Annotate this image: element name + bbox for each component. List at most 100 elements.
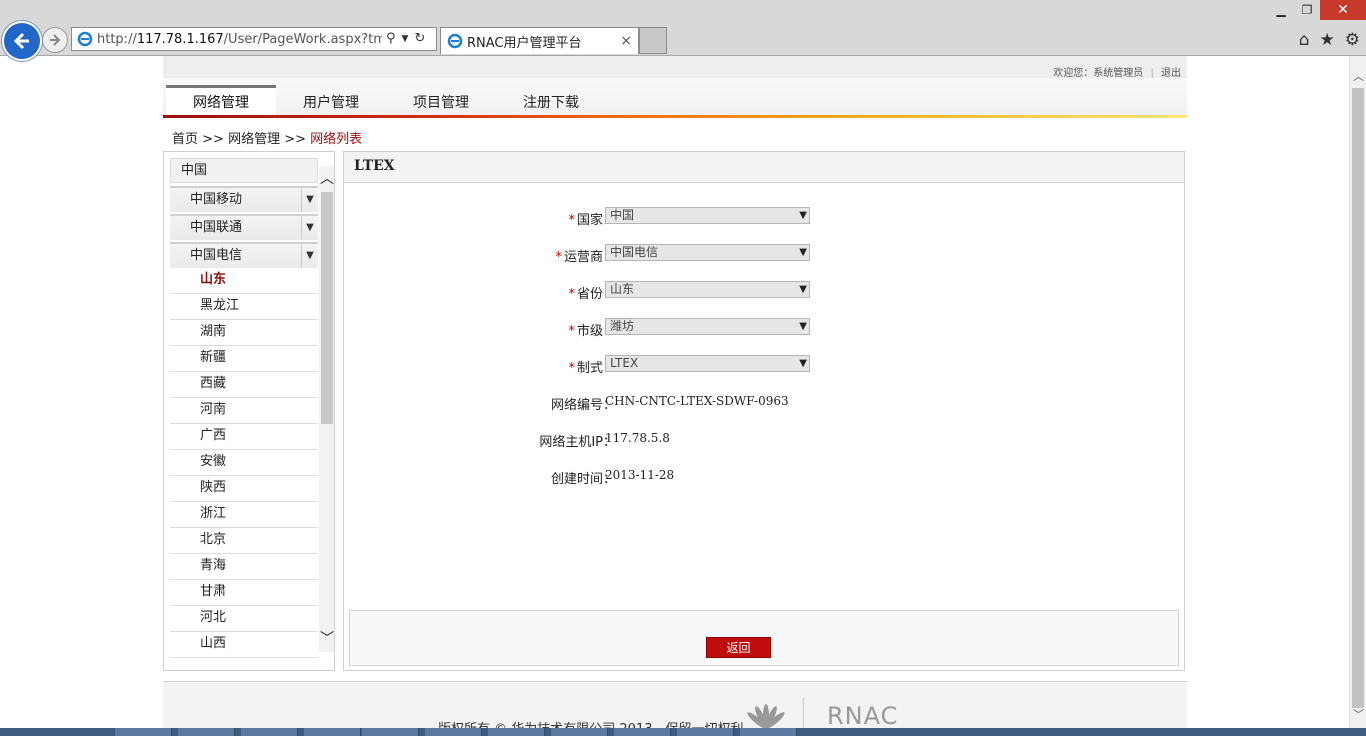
- dropdown-icon[interactable]: ▼: [402, 31, 409, 47]
- refresh-icon[interactable]: ↻: [414, 31, 425, 47]
- chevron-down-icon[interactable]: ▼: [301, 216, 318, 240]
- main-menu: 网络管理 用户管理 项目管理 注册下载: [163, 78, 1187, 118]
- chevron-down-icon: ▼: [799, 321, 807, 332]
- operator-select[interactable]: 中国电信 ▼: [605, 244, 810, 261]
- address-bar[interactable]: http://117.78.1.167/User/PageWork.aspx?t…: [71, 27, 437, 51]
- chevron-down-icon: ▼: [799, 247, 807, 258]
- taskbar-item[interactable]: [425, 728, 482, 736]
- tree-operator-telecom[interactable]: 中国电信 ▼: [170, 242, 318, 268]
- tree-province-item[interactable]: 新疆: [170, 346, 318, 372]
- menu-tab-register-download[interactable]: 注册下载: [496, 88, 606, 115]
- taskbar-item[interactable]: [677, 728, 734, 736]
- tree-province-item[interactable]: 广西: [170, 424, 318, 450]
- tree-operator-mobile[interactable]: 中国移动 ▼: [170, 186, 318, 212]
- tree-province-item[interactable]: 山西: [170, 632, 318, 658]
- tree-province-item[interactable]: 浙江: [170, 502, 318, 528]
- standard-select[interactable]: LTEX ▼: [605, 355, 810, 372]
- settings-gear-icon[interactable]: ⚙: [1345, 30, 1360, 50]
- tree-province-item[interactable]: 河北: [170, 606, 318, 632]
- form-row-network-id: 网络编号： CHN-CNTC-LTEX-SDWF-0963: [344, 392, 1184, 413]
- form-row-province: * 省份： 山东 ▼: [344, 281, 1184, 302]
- tree-province-item[interactable]: 安徽: [170, 450, 318, 476]
- tree-scrollbar[interactable]: ︿ ﹀: [319, 166, 334, 652]
- province-select[interactable]: 山东 ▼: [605, 281, 810, 298]
- menu-tab-projects[interactable]: 项目管理: [386, 88, 496, 115]
- tree-province-item[interactable]: 西藏: [170, 372, 318, 398]
- breadcrumb-home[interactable]: 首页: [172, 132, 198, 147]
- panel-header: LTEX: [344, 152, 1184, 183]
- back-button[interactable]: [2, 21, 42, 61]
- taskbar-item[interactable]: [241, 728, 298, 736]
- browser-tab[interactable]: RNAC用户管理平台 ×: [440, 27, 639, 54]
- return-button[interactable]: 返回: [706, 637, 771, 658]
- taskbar-item[interactable]: [362, 728, 419, 736]
- chevron-down-icon: ▼: [799, 358, 807, 369]
- network-id-value: CHN-CNTC-LTEX-SDWF-0963: [605, 394, 789, 408]
- top-bar: 欢迎您：系统管理员 | 退出: [163, 56, 1187, 79]
- network-tree-panel: 中国 中国移动 ▼ 中国联通 ▼ 中国电信 ▼ 山东 黑龙江 湖南 新疆 西藏 河南 …: [163, 151, 335, 671]
- form-row-created: 创建时间： 2013-11-28: [344, 466, 1184, 487]
- chevron-down-icon[interactable]: ﹀: [319, 628, 334, 648]
- tree-province-item[interactable]: 甘肃: [170, 580, 318, 606]
- url-text[interactable]: http://117.78.1.167/User/PageWork.aspx?t…: [97, 32, 382, 47]
- tree-province-item[interactable]: 河南: [170, 398, 318, 424]
- panel-title: LTEX: [354, 158, 395, 174]
- host-ip-value: 117.78.5.8: [605, 431, 670, 445]
- arrow-right-icon: [50, 34, 61, 46]
- logo-separator: [803, 698, 804, 728]
- tree-scrollbar-thumb[interactable]: [321, 192, 333, 424]
- chevron-down-icon[interactable]: ▼: [301, 244, 318, 268]
- taskbar-item[interactable]: [178, 728, 235, 736]
- brand-text: RNAC: [827, 702, 899, 728]
- scrollbar-thumb[interactable]: [1352, 88, 1364, 708]
- form-row-standard: * 制式： LTEX ▼: [344, 355, 1184, 376]
- taskbar-item[interactable]: [614, 728, 671, 736]
- tree-province-item[interactable]: 陕西: [170, 476, 318, 502]
- os-taskbar: [0, 728, 1366, 736]
- forward-button[interactable]: [42, 27, 68, 53]
- tree-province-item[interactable]: 北京: [170, 528, 318, 554]
- breadcrumb: 首页 >> 网络管理 >> 网络列表: [172, 132, 363, 147]
- tree-province-item[interactable]: 青海: [170, 554, 318, 580]
- menu-tab-users[interactable]: 用户管理: [276, 88, 386, 115]
- city-select[interactable]: 潍坊 ▼: [605, 318, 810, 335]
- chevron-down-icon[interactable]: ▼: [301, 188, 318, 212]
- ie-icon: [77, 31, 93, 47]
- tree-province-shandong[interactable]: 山东: [170, 268, 318, 294]
- menu-tab-network[interactable]: 网络管理: [166, 85, 276, 115]
- browser-toolbar-icons: ⌂ ★ ⚙: [1299, 30, 1360, 50]
- page-scrollbar[interactable]: ︿ ﹀: [1349, 56, 1366, 728]
- close-tab-icon[interactable]: ×: [620, 33, 632, 49]
- ie-icon: [447, 33, 463, 49]
- taskbar-item[interactable]: [115, 728, 172, 736]
- new-tab-button[interactable]: [639, 27, 667, 54]
- search-icon[interactable]: ⚲: [386, 31, 396, 47]
- tree-root-china[interactable]: 中国: [170, 158, 318, 183]
- window-controls: ▁ ❐ ✕: [1268, 0, 1366, 20]
- tree-province-item[interactable]: 黑龙江: [170, 294, 318, 320]
- form-actions: 返回: [349, 610, 1179, 666]
- copyright-text: 版权所有 © 华为技术有限公司 2013，保留一切权利: [438, 718, 743, 728]
- breadcrumb-current: 网络列表: [310, 132, 363, 147]
- tree-province-item[interactable]: 湖南: [170, 320, 318, 346]
- taskbar-item[interactable]: [551, 728, 608, 736]
- breadcrumb-section[interactable]: 网络管理: [228, 132, 280, 147]
- chevron-down-icon: ▼: [799, 210, 807, 221]
- scroll-down-icon[interactable]: ﹀: [1350, 706, 1366, 722]
- taskbar-item[interactable]: [488, 728, 545, 736]
- taskbar-item[interactable]: [740, 728, 797, 736]
- restore-icon[interactable]: ❐: [1294, 0, 1320, 20]
- arrow-left-icon: [13, 32, 29, 50]
- taskbar-item[interactable]: [304, 728, 361, 736]
- country-select[interactable]: 中国 ▼: [605, 207, 810, 224]
- chevron-down-icon: ▼: [799, 284, 807, 295]
- tree-operator-unicom[interactable]: 中国联通 ▼: [170, 214, 318, 240]
- scroll-up-icon[interactable]: ︿: [1350, 68, 1366, 84]
- chevron-up-icon[interactable]: ︿: [319, 168, 334, 188]
- minimize-icon[interactable]: ▁: [1268, 0, 1294, 20]
- home-icon[interactable]: ⌂: [1299, 30, 1310, 50]
- close-window-icon[interactable]: ✕: [1320, 0, 1366, 20]
- favorites-star-icon[interactable]: ★: [1320, 30, 1335, 50]
- form-row-operator: * 运营商： 中国电信 ▼: [344, 244, 1184, 265]
- created-value: 2013-11-28: [605, 468, 675, 482]
